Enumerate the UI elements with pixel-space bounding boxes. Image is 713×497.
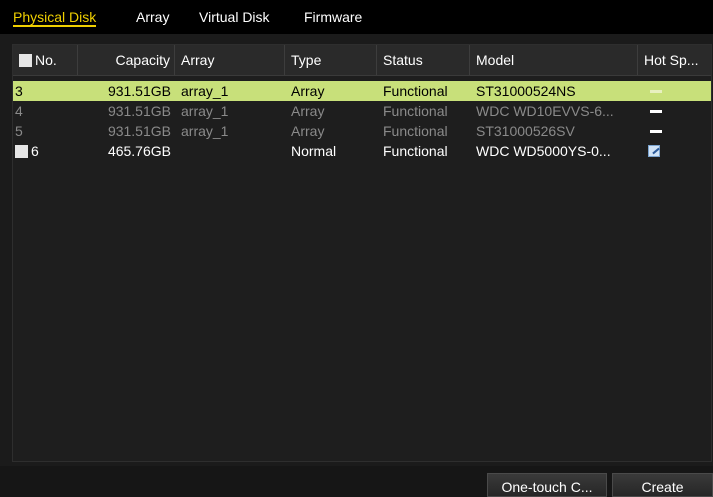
row-status: Functional — [383, 103, 448, 119]
row-no: 3 — [15, 83, 23, 99]
row-checkbox[interactable] — [15, 145, 28, 158]
column-header-capacity[interactable]: Capacity — [78, 45, 175, 75]
tab-firmware[interactable]: Firmware — [304, 9, 362, 25]
row-no: 4 — [15, 103, 23, 119]
table-header: No. Capacity Array Type Status Model Hot… — [13, 45, 711, 76]
dash-icon — [650, 109, 662, 113]
create-button[interactable]: Create — [612, 473, 713, 497]
row-array: array_1 — [181, 83, 229, 99]
column-header-array[interactable]: Array — [175, 45, 285, 75]
row-hot-spare — [638, 141, 711, 161]
row-model: ST31000524NS — [476, 83, 576, 99]
table-row[interactable]: 3 931.51GB array_1 Array Functional ST31… — [13, 81, 711, 101]
tab-bar: Physical Disk Array Virtual Disk Firmwar… — [0, 0, 713, 34]
select-all-checkbox[interactable] — [19, 54, 32, 67]
dash-icon — [650, 89, 662, 93]
dash-icon — [650, 129, 662, 133]
row-hot-spare — [638, 81, 711, 101]
row-model: WDC WD5000YS-0... — [476, 143, 611, 159]
row-model: WDC WD10EVVS-6... — [476, 103, 614, 119]
column-header-no[interactable]: No. — [13, 45, 78, 75]
row-no: 6 — [13, 141, 78, 161]
row-hot-spare — [638, 101, 711, 121]
row-array: array_1 — [181, 103, 229, 119]
row-array — [175, 141, 285, 161]
table-row: 5 931.51GB array_1 Array Functional ST31… — [13, 121, 711, 141]
row-type: Normal — [291, 143, 337, 159]
row-capacity: 931.51GB — [107, 83, 171, 99]
row-type: Array — [291, 123, 325, 139]
table-row: 4 931.51GB array_1 Array Functional WDC … — [13, 101, 711, 121]
storage-window: Physical Disk Array Virtual Disk Firmwar… — [0, 0, 713, 497]
one-touch-button[interactable]: One-touch C... — [487, 473, 607, 497]
row-capacity: 931.51GB — [107, 123, 171, 139]
column-header-status[interactable]: Status — [377, 45, 470, 75]
disk-table: No. Capacity Array Type Status Model Hot… — [12, 44, 712, 462]
row-model: ST31000526SV — [476, 123, 575, 139]
row-status: Functional — [383, 143, 448, 159]
column-header-hot-spare[interactable]: Hot Sp... — [638, 45, 711, 75]
row-no: 5 — [15, 123, 23, 139]
row-status: Functional — [383, 123, 448, 139]
tab-physical-disk[interactable]: Physical Disk — [13, 9, 97, 27]
tab-array[interactable]: Array — [136, 9, 169, 25]
row-type: Array — [291, 83, 325, 99]
row-capacity: 931.51GB — [107, 103, 171, 119]
row-capacity: 465.76GB — [107, 143, 171, 159]
row-hot-spare — [638, 121, 711, 141]
column-header-model[interactable]: Model — [470, 45, 638, 75]
row-type: Array — [291, 103, 325, 119]
edit-icon[interactable] — [648, 145, 660, 157]
table-row[interactable]: 6 465.76GB Normal Functional WDC WD5000Y… — [13, 141, 711, 161]
row-array: array_1 — [181, 123, 229, 139]
row-status: Functional — [383, 83, 448, 99]
column-header-type[interactable]: Type — [285, 45, 377, 75]
tab-virtual-disk[interactable]: Virtual Disk — [199, 9, 270, 25]
